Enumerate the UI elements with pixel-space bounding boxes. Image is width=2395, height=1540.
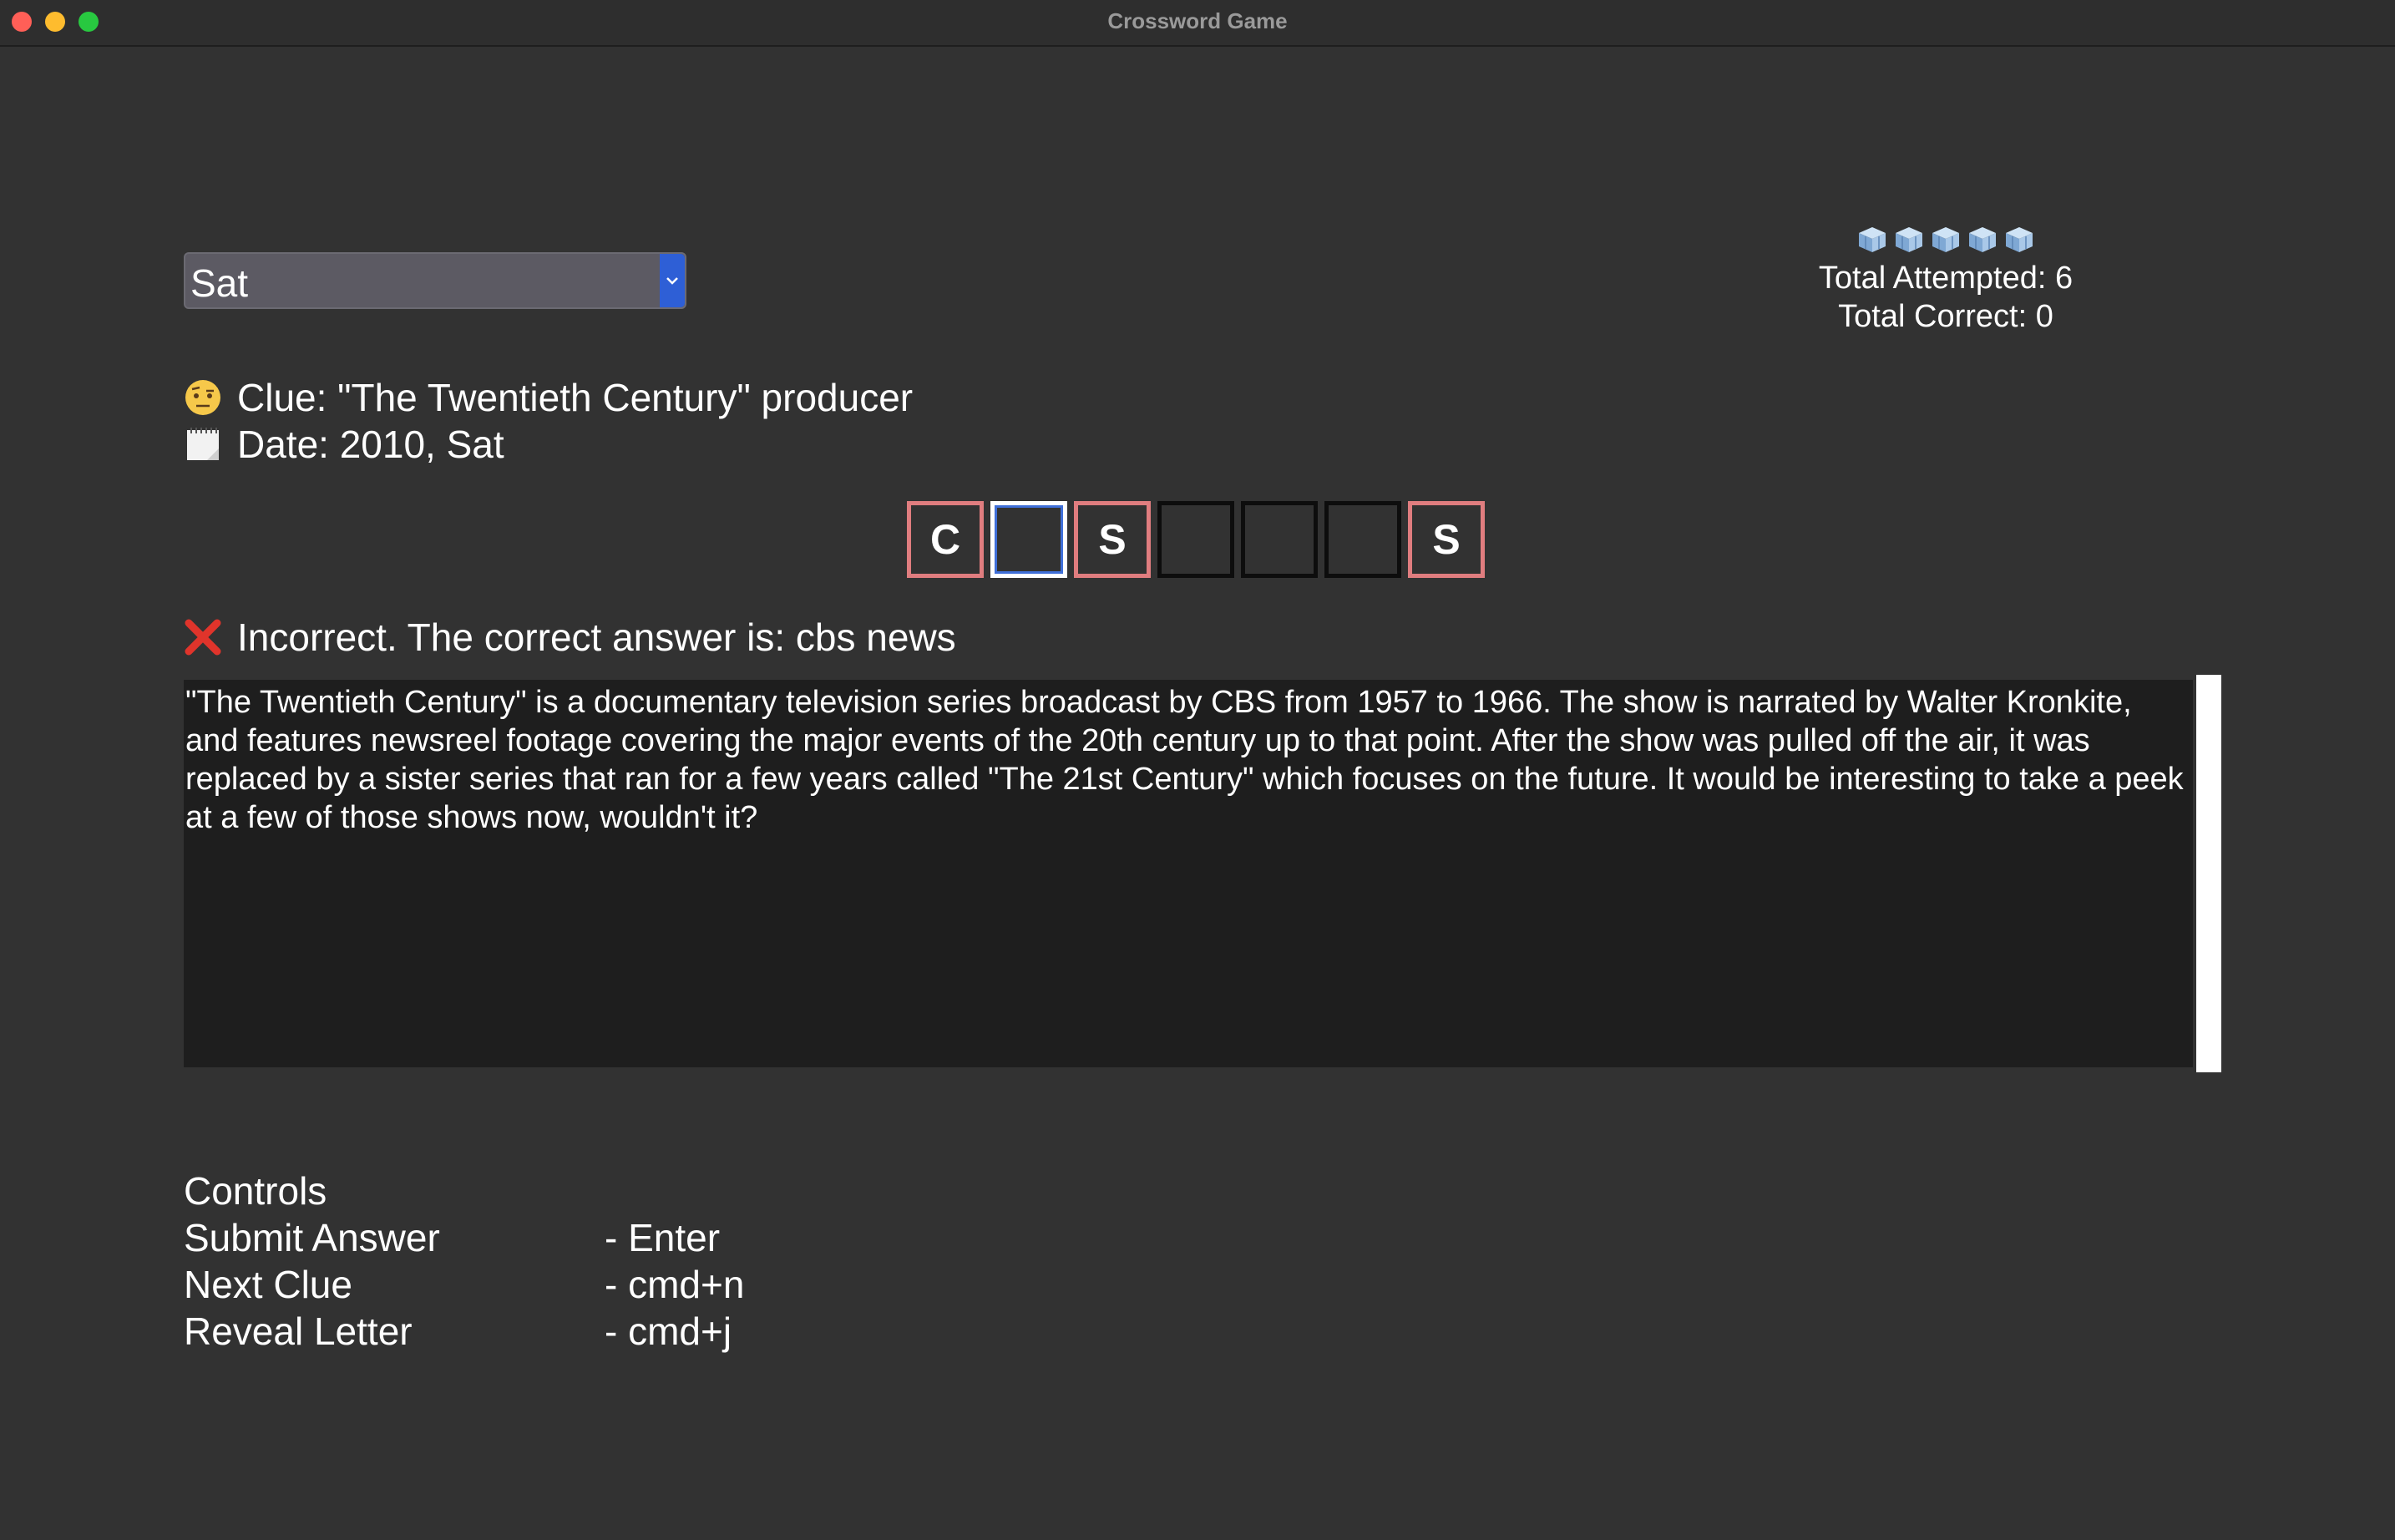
answer-boxes: CSS bbox=[907, 501, 1485, 578]
control-row: Reveal Letter - cmd+j bbox=[184, 1308, 744, 1355]
date-text: Date: 2010, Sat bbox=[237, 423, 504, 466]
letter-box[interactable] bbox=[1241, 501, 1318, 578]
letter-box[interactable]: S bbox=[1074, 501, 1151, 578]
clue-text: Clue: "The Twentieth Century" producer bbox=[237, 376, 914, 419]
control-shortcut: - Enter bbox=[605, 1216, 721, 1259]
letter-box[interactable]: C bbox=[907, 501, 984, 578]
explanation-text-area[interactable]: "The Twentieth Century" is a documentary… bbox=[184, 680, 2193, 1067]
cross-mark-icon bbox=[185, 619, 221, 656]
day-select-value: Sat bbox=[190, 261, 249, 305]
letter-box[interactable] bbox=[990, 501, 1067, 578]
spiral-notepad-icon bbox=[187, 428, 219, 460]
day-select-dropdown[interactable]: Sat bbox=[184, 252, 686, 309]
stats-icon-row bbox=[1745, 225, 2146, 259]
control-row: Next Clue - cmd+n bbox=[184, 1261, 744, 1308]
total-correct: Total Correct: 0 bbox=[1838, 299, 2053, 334]
control-label: Next Clue bbox=[184, 1263, 352, 1306]
result-text: Incorrect. The correct answer is: cbs ne… bbox=[237, 615, 956, 659]
raised-eyebrow-emoji-icon bbox=[185, 380, 220, 415]
control-row: Submit Answer - Enter bbox=[184, 1214, 744, 1261]
app-window: Crossword Game Sat Total Attempted: 6 To… bbox=[0, 0, 2395, 1540]
controls-panel: Controls Submit Answer - Enter Next Clue - … bbox=[184, 1168, 744, 1355]
control-shortcut: - cmd+n bbox=[605, 1263, 745, 1306]
total-attempted: Total Attempted: 6 bbox=[1818, 261, 2073, 296]
control-shortcut: - cmd+j bbox=[605, 1310, 732, 1353]
result-message: Incorrect. The correct answer is: cbs ne… bbox=[184, 615, 956, 660]
control-label: Reveal Letter bbox=[184, 1310, 413, 1353]
explanation-scrollbar[interactable] bbox=[2196, 675, 2221, 1072]
cube-icon bbox=[1859, 227, 1886, 252]
letter-box[interactable]: S bbox=[1408, 501, 1485, 578]
cube-icon bbox=[1969, 227, 1996, 252]
title-bar: Crossword Game bbox=[0, 0, 2395, 47]
chevron-down-icon[interactable] bbox=[660, 254, 685, 307]
clue-info: Clue: "The Twentieth Century" producer D… bbox=[184, 374, 913, 468]
control-label: Submit Answer bbox=[184, 1216, 440, 1259]
stats-panel: Total Attempted: 6 Total Correct: 0 bbox=[1745, 225, 2146, 336]
cube-icon bbox=[1932, 227, 1959, 252]
clue-row: Clue: "The Twentieth Century" producer bbox=[184, 374, 913, 421]
window-title: Crossword Game bbox=[1107, 8, 1288, 33]
date-row: Date: 2010, Sat bbox=[184, 421, 913, 468]
cube-icon bbox=[2006, 227, 2033, 252]
letter-box[interactable] bbox=[1324, 501, 1401, 578]
letter-box[interactable] bbox=[1157, 501, 1234, 578]
cube-icon bbox=[1896, 227, 1922, 252]
controls-heading: Controls bbox=[184, 1169, 327, 1213]
